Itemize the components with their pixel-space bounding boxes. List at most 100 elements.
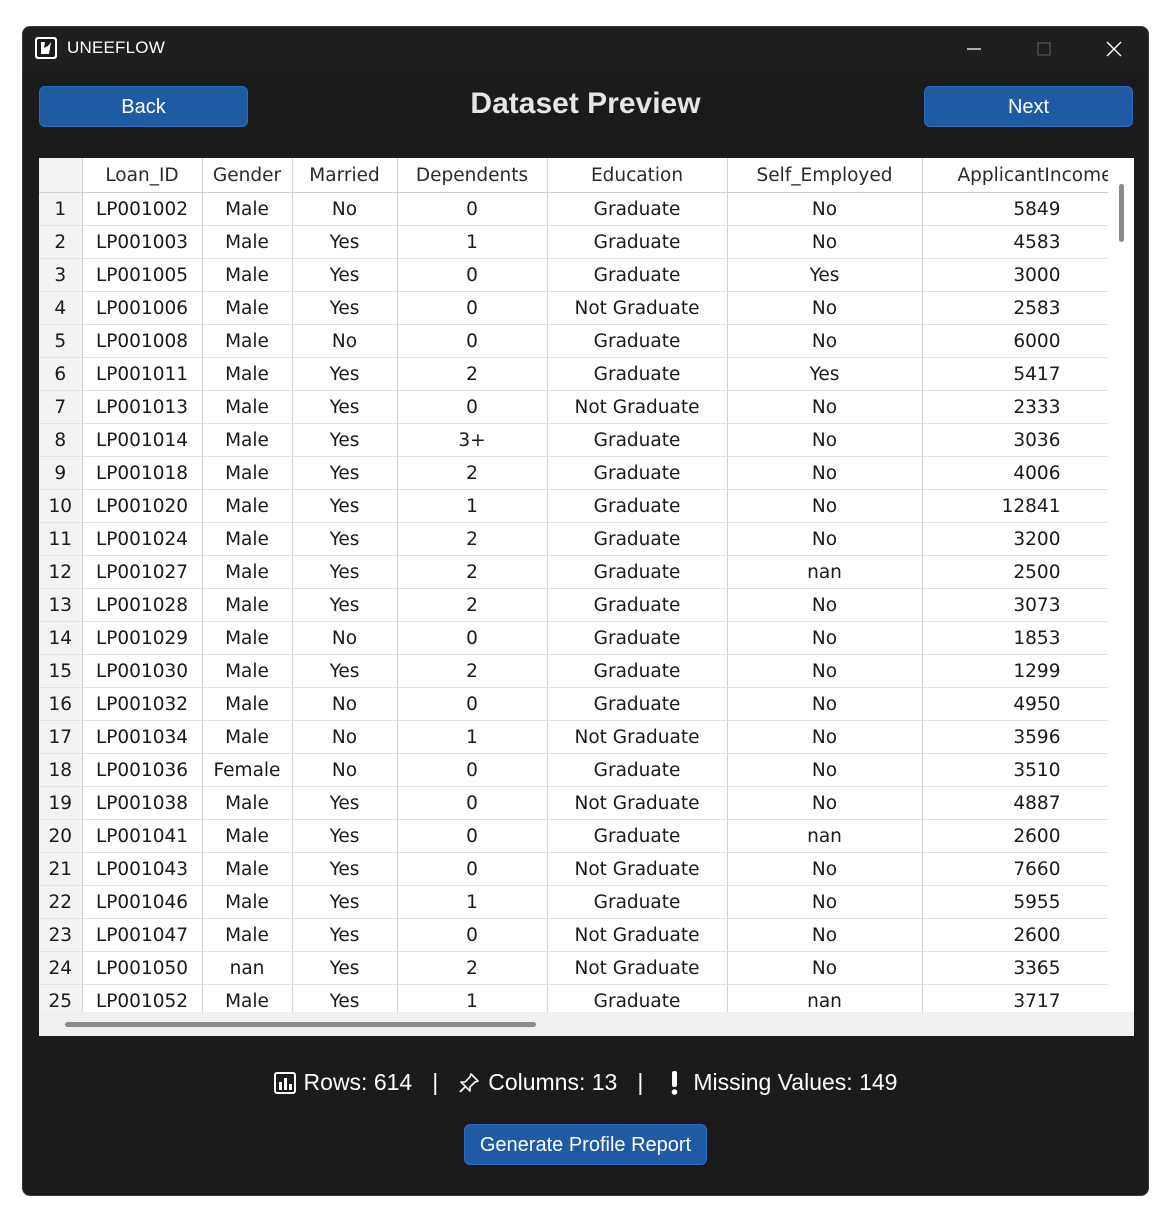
table-cell[interactable]: 3000 xyxy=(922,258,1114,292)
table-row[interactable]: 24 LP001050 nan Yes 2 Not Graduate No 3365 xyxy=(39,951,1114,985)
table-cell[interactable]: No xyxy=(727,225,923,259)
table-cell[interactable]: 4887 xyxy=(922,786,1114,820)
table-cell[interactable]: 3073 xyxy=(922,588,1114,622)
table-cell[interactable]: Yes xyxy=(292,588,398,622)
table-cell[interactable]: 2333 xyxy=(922,390,1114,424)
table-row[interactable]: 16 LP001032 Male No 0 Graduate No 4950 xyxy=(39,687,1114,721)
table-cell[interactable]: 4006 xyxy=(922,456,1114,490)
table-cell[interactable]: 0 xyxy=(397,786,548,820)
table-cell[interactable]: Yes xyxy=(292,885,398,919)
table-cell[interactable]: 0 xyxy=(397,390,548,424)
table-cell[interactable]: Yes xyxy=(292,918,398,952)
table-cell[interactable]: Male xyxy=(202,390,293,424)
table-cell[interactable]: nan xyxy=(727,819,923,853)
table-cell[interactable]: LP001043 xyxy=(82,852,203,886)
table-cell[interactable]: Yes xyxy=(292,819,398,853)
table-row[interactable]: 14 LP001029 Male No 0 Graduate No 1853 xyxy=(39,621,1114,655)
table-row[interactable]: 2 LP001003 Male Yes 1 Graduate No 4583 xyxy=(39,225,1114,259)
row-index[interactable]: 23 xyxy=(39,918,83,952)
table-cell[interactable]: No xyxy=(727,489,923,523)
table-cell[interactable]: No xyxy=(292,687,398,721)
table-cell[interactable]: Male xyxy=(202,192,293,226)
table-cell[interactable]: LP001005 xyxy=(82,258,203,292)
table-cell[interactable]: Not Graduate xyxy=(547,951,728,985)
table-cell[interactable]: 0 xyxy=(397,918,548,952)
table-cell[interactable]: 2500 xyxy=(922,555,1114,589)
table-cell[interactable]: 0 xyxy=(397,192,548,226)
row-index[interactable]: 3 xyxy=(39,258,83,292)
table-cell[interactable]: 2 xyxy=(397,555,548,589)
maximize-button[interactable] xyxy=(1009,27,1079,71)
table-cell[interactable]: No xyxy=(727,522,923,556)
vertical-scrollbar[interactable] xyxy=(1108,158,1134,1012)
row-index[interactable]: 7 xyxy=(39,390,83,424)
vertical-scroll-thumb[interactable] xyxy=(1119,184,1124,242)
table-cell[interactable]: No xyxy=(727,192,923,226)
table-row[interactable]: 6 LP001011 Male Yes 2 Graduate Yes 5417 xyxy=(39,357,1114,391)
table-cell[interactable]: Male xyxy=(202,324,293,358)
column-header[interactable]: Married xyxy=(292,158,398,193)
table-cell[interactable]: Yes xyxy=(292,951,398,985)
table-cell[interactable]: LP001050 xyxy=(82,951,203,985)
next-button[interactable]: Next xyxy=(924,86,1133,127)
table-cell[interactable]: 3200 xyxy=(922,522,1114,556)
table-cell[interactable]: Graduate xyxy=(547,819,728,853)
table-cell[interactable]: Yes xyxy=(292,390,398,424)
table-row[interactable]: 11 LP001024 Male Yes 2 Graduate No 3200 xyxy=(39,522,1114,556)
table-cell[interactable]: 2 xyxy=(397,357,548,391)
table-row[interactable]: 8 LP001014 Male Yes 3+ Graduate No 3036 xyxy=(39,423,1114,457)
table-cell[interactable]: No xyxy=(292,324,398,358)
table-cell[interactable]: LP001047 xyxy=(82,918,203,952)
table-cell[interactable]: 2600 xyxy=(922,819,1114,853)
table-cell[interactable]: Yes xyxy=(292,225,398,259)
table-cell[interactable]: Not Graduate xyxy=(547,786,728,820)
table-cell[interactable]: No xyxy=(292,621,398,655)
table-cell[interactable]: Male xyxy=(202,357,293,391)
table-cell[interactable]: 0 xyxy=(397,621,548,655)
row-index[interactable]: 10 xyxy=(39,489,83,523)
table-cell[interactable]: Graduate xyxy=(547,885,728,919)
row-index[interactable]: 6 xyxy=(39,357,83,391)
row-index[interactable]: 4 xyxy=(39,291,83,325)
table-row[interactable]: 12 LP001027 Male Yes 2 Graduate nan 2500 xyxy=(39,555,1114,589)
table-cell[interactable]: 5849 xyxy=(922,192,1114,226)
column-header[interactable]: Loan_ID xyxy=(82,158,203,193)
table-cell[interactable]: 5955 xyxy=(922,885,1114,919)
row-index[interactable]: 1 xyxy=(39,192,83,226)
table-cell[interactable]: Not Graduate xyxy=(547,720,728,754)
table-cell[interactable]: Graduate xyxy=(547,687,728,721)
row-index[interactable]: 13 xyxy=(39,588,83,622)
table-cell[interactable]: No xyxy=(727,753,923,787)
table-cell[interactable]: Graduate xyxy=(547,654,728,688)
table-cell[interactable]: Male xyxy=(202,654,293,688)
close-button[interactable] xyxy=(1079,27,1148,71)
table-cell[interactable]: 12841 xyxy=(922,489,1114,523)
table-cell[interactable]: LP001028 xyxy=(82,588,203,622)
table-row[interactable]: 15 LP001030 Male Yes 2 Graduate No 1299 xyxy=(39,654,1114,688)
table-cell[interactable]: Yes xyxy=(292,489,398,523)
table-cell[interactable]: Graduate xyxy=(547,588,728,622)
table-cell[interactable]: Male xyxy=(202,522,293,556)
table-cell[interactable]: Male xyxy=(202,423,293,457)
table-cell[interactable]: Not Graduate xyxy=(547,918,728,952)
row-index[interactable]: 16 xyxy=(39,687,83,721)
table-cell[interactable]: LP001020 xyxy=(82,489,203,523)
table-cell[interactable]: LP001029 xyxy=(82,621,203,655)
table-cell[interactable]: Graduate xyxy=(547,522,728,556)
table-cell[interactable]: Male xyxy=(202,918,293,952)
table-row[interactable]: 18 LP001036 Female No 0 Graduate No 3510 xyxy=(39,753,1114,787)
row-index[interactable]: 9 xyxy=(39,456,83,490)
row-index[interactable]: 22 xyxy=(39,885,83,919)
table-cell[interactable]: No xyxy=(727,918,923,952)
table-row[interactable]: 13 LP001028 Male Yes 2 Graduate No 3073 xyxy=(39,588,1114,622)
table-cell[interactable]: No xyxy=(727,720,923,754)
table-row[interactable]: 23 LP001047 Male Yes 0 Not Graduate No 2600 xyxy=(39,918,1114,952)
table-cell[interactable]: 3036 xyxy=(922,423,1114,457)
column-header[interactable]: ApplicantIncome xyxy=(922,158,1114,193)
table-cell[interactable]: No xyxy=(727,786,923,820)
table-cell[interactable]: 2 xyxy=(397,951,548,985)
table-cell[interactable]: No xyxy=(292,720,398,754)
table-cell[interactable]: Male xyxy=(202,225,293,259)
table-cell[interactable]: 1299 xyxy=(922,654,1114,688)
table-cell[interactable]: 3+ xyxy=(397,423,548,457)
